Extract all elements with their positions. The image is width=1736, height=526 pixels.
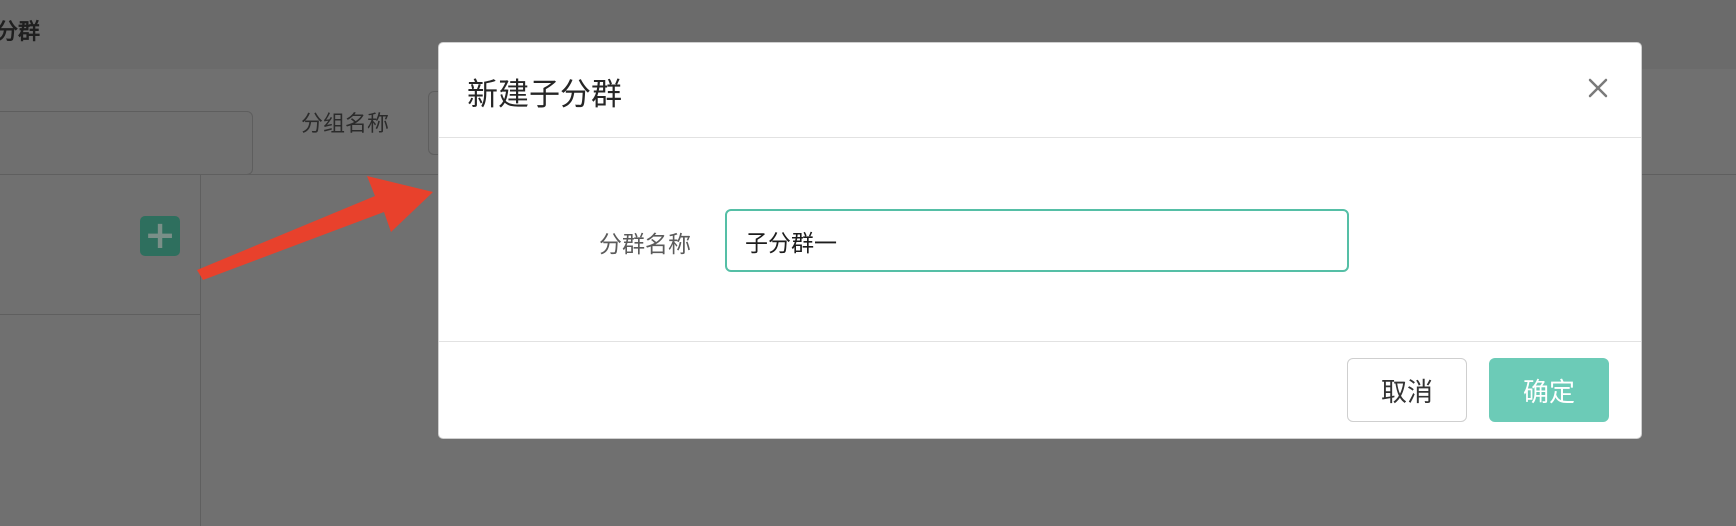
page-title: 分群	[0, 20, 41, 45]
dialog-header: 新建子分群	[439, 43, 1641, 138]
subgroup-name-input[interactable]	[725, 209, 1349, 272]
dialog-title: 新建子分群	[467, 77, 622, 113]
annotation-arrow	[197, 176, 433, 280]
group-name-label: 分组名称	[301, 112, 390, 137]
close-icon[interactable]	[1581, 71, 1615, 105]
background-search-input	[0, 111, 253, 175]
divider	[0, 314, 200, 315]
subgroup-name-label: 分群名称	[599, 232, 691, 258]
new-subgroup-dialog: 新建子分群 分群名称 取消 确定	[438, 42, 1642, 439]
cancel-button[interactable]: 取消	[1347, 358, 1467, 422]
screen: 分群 分组名称 + 新建子分群 分群名称 取消 确定	[0, 0, 1736, 526]
confirm-button[interactable]: 确定	[1489, 358, 1609, 422]
dialog-footer: 取消 确定	[439, 341, 1641, 440]
plus-icon: +	[144, 213, 176, 257]
add-group-button: +	[140, 216, 180, 256]
